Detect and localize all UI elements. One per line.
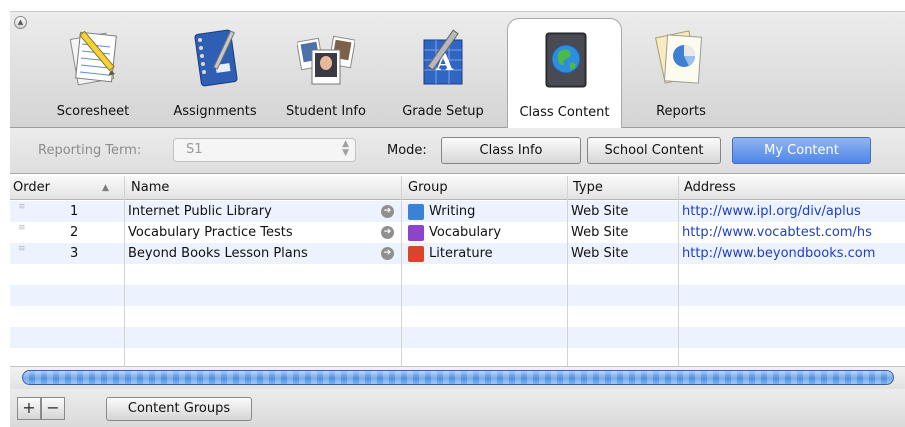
grade-setup-icon: A (423, 29, 463, 85)
table-row[interactable]: ≡ 3 Beyond Books Lesson Plans ➔ Literatu… (10, 243, 905, 264)
tab-label: Assignments (173, 104, 257, 119)
tab-scoresheet[interactable]: Scoresheet (48, 24, 138, 129)
vocabulary-group-icon (408, 225, 424, 241)
tab-class-content[interactable]: Class Content (507, 18, 622, 130)
tab-grade-setup[interactable]: A Grade Setup (397, 24, 489, 129)
tab-label: Scoresheet (56, 104, 130, 119)
reporting-term-value: S1 (186, 142, 203, 157)
mode-class-info-button[interactable]: Class Info (441, 137, 581, 164)
table-row[interactable]: ≡ 1 Internet Public Library ➔ Writing We… (10, 201, 905, 222)
row-group: Vocabulary (429, 225, 502, 240)
row-order: 3 (70, 246, 79, 261)
tab-reports[interactable]: Reports (642, 24, 720, 129)
content-table: Order ▲ Name Group Type Address ≡ 1 Inte… (10, 176, 905, 366)
row-name: Internet Public Library (128, 204, 272, 219)
notebook-icon (194, 29, 238, 87)
tab-label: Student Info (286, 104, 366, 119)
content-groups-button[interactable]: Content Groups (106, 397, 252, 421)
main-toolbar: ▲ Scoresheet Assignments Student Info A … (10, 11, 905, 130)
mode-my-content-button[interactable]: My Content (732, 137, 871, 164)
tab-label: Class Content (519, 105, 610, 120)
tab-label: Reports (656, 104, 706, 119)
mode-school-content-button[interactable]: School Content (587, 137, 721, 164)
row-order: 2 (70, 225, 79, 240)
row-address-link[interactable]: http://www.beyondbooks.com (682, 246, 905, 261)
bottom-bar: + − Content Groups (10, 389, 905, 427)
row-address-link[interactable]: http://www.ipl.org/div/aplus (682, 204, 905, 219)
column-header-type[interactable]: Type (573, 180, 603, 195)
row-order: 1 (70, 204, 79, 219)
tab-student-info[interactable]: Student Info (280, 24, 372, 129)
column-header-group[interactable]: Group (408, 180, 448, 195)
remove-item-button[interactable]: − (41, 397, 65, 420)
tab-assignments[interactable]: Assignments (168, 24, 262, 129)
row-address-link[interactable]: http://www.vocabtest.com/hs (682, 225, 905, 240)
writing-group-icon (408, 204, 424, 220)
row-name: Beyond Books Lesson Plans (128, 246, 308, 261)
globe-book-icon (545, 32, 586, 88)
go-arrow-icon[interactable]: ➔ (381, 226, 394, 239)
mode-label: Mode: (387, 143, 427, 158)
column-header-address[interactable]: Address (684, 180, 736, 195)
reporting-term-label: Reporting Term: (38, 143, 142, 158)
sort-ascending-icon: ▲ (102, 183, 109, 193)
reporting-term-select[interactable]: S1 ▲ ▼ (173, 138, 356, 162)
scrollbar-thumb[interactable] (22, 370, 894, 385)
literature-group-icon (408, 246, 424, 262)
row-group: Writing (429, 204, 476, 219)
drag-handle-icon[interactable]: ≡ (18, 224, 26, 239)
horizontal-scrollbar[interactable] (10, 366, 905, 389)
table-header: Order ▲ Name Group Type Address (10, 176, 905, 200)
row-type: Web Site (571, 246, 629, 261)
tab-label: Grade Setup (402, 104, 484, 119)
go-arrow-icon[interactable]: ➔ (381, 247, 394, 260)
row-type: Web Site (571, 225, 629, 240)
drag-handle-icon[interactable]: ≡ (18, 245, 26, 260)
add-item-button[interactable]: + (17, 397, 41, 420)
go-arrow-icon[interactable]: ➔ (381, 205, 394, 218)
drag-handle-icon[interactable]: ≡ (18, 203, 26, 218)
row-type: Web Site (571, 204, 629, 219)
row-stripe (10, 327, 905, 348)
column-header-order[interactable]: Order (13, 180, 50, 195)
scoresheet-icon (69, 30, 117, 86)
table-row[interactable]: ≡ 2 Vocabulary Practice Tests ➔ Vocabula… (10, 222, 905, 243)
pie-chart-report-icon (654, 30, 703, 84)
row-name: Vocabulary Practice Tests (128, 225, 293, 240)
row-group: Literature (429, 246, 493, 261)
row-stripe (10, 285, 905, 306)
toolbar-toggle-button[interactable]: ▲ (14, 16, 27, 29)
student-photos-icon (297, 35, 355, 85)
options-bar: Reporting Term: S1 ▲ ▼ Mode: Class Info S… (10, 128, 905, 174)
column-header-name[interactable]: Name (131, 180, 169, 195)
select-stepper-icon: ▲ ▼ (342, 139, 349, 158)
